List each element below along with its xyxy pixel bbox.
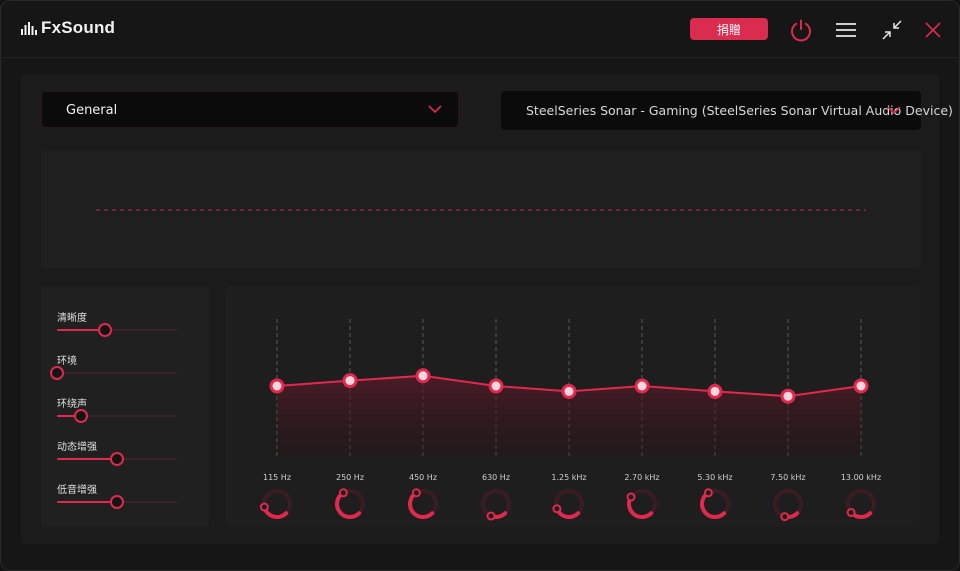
donate-button[interactable]: 捐贈 bbox=[690, 18, 768, 40]
effect-label: 清晰度 bbox=[57, 313, 87, 324]
eq-band-handle[interactable] bbox=[853, 378, 869, 394]
eq-band-label: 250 Hz bbox=[336, 473, 364, 482]
eq-band-knob[interactable] bbox=[259, 489, 292, 519]
eq-band-knob[interactable] bbox=[408, 488, 438, 519]
close-button[interactable] bbox=[920, 17, 946, 43]
slider-fill bbox=[57, 458, 117, 460]
close-icon bbox=[925, 22, 941, 38]
app-window: FxSound 捐贈 General SteelSeries Sonar - G… bbox=[0, 0, 960, 571]
eq-band-handle[interactable] bbox=[342, 373, 358, 389]
chevron-down-icon bbox=[887, 106, 901, 115]
eq-band-knob[interactable] bbox=[481, 489, 511, 521]
slider-thumb[interactable] bbox=[110, 452, 124, 466]
app-name: FxSound bbox=[41, 18, 116, 37]
spectrum-visualizer bbox=[41, 150, 921, 268]
eq-band-knob[interactable] bbox=[626, 489, 657, 519]
effect-bass-boost: 低音增强 bbox=[57, 481, 177, 517]
equalizer-panel: 115 Hz 250 Hz 450 Hz 630 Hz 1.25 kHz 2.70 kHz… bbox=[225, 286, 921, 527]
effect-slider[interactable] bbox=[57, 495, 177, 509]
fxsound-logo-icon bbox=[21, 22, 37, 35]
effect-slider[interactable] bbox=[57, 452, 177, 466]
eq-band-label: 5.30 kHz bbox=[697, 473, 732, 482]
slider-thumb[interactable] bbox=[74, 409, 88, 423]
effect-label: 环绕声 bbox=[57, 399, 87, 410]
eq-band-label: 1.25 kHz bbox=[551, 473, 586, 482]
eq-band-handle[interactable] bbox=[780, 388, 796, 404]
effect-clarity: 清晰度 bbox=[57, 309, 177, 345]
effect-label: 动态增强 bbox=[57, 442, 97, 453]
eq-band-handle[interactable] bbox=[488, 378, 504, 394]
preset-selected-value: General bbox=[66, 103, 118, 118]
eq-band-knob[interactable] bbox=[846, 489, 876, 519]
eq-band-label: 115 Hz bbox=[263, 473, 291, 482]
effect-dynamic-boost: 动态增强 bbox=[57, 438, 177, 474]
effect-slider[interactable] bbox=[50, 366, 177, 380]
app-logo: FxSound bbox=[21, 18, 115, 38]
eq-band-knob[interactable] bbox=[552, 489, 584, 519]
effect-slider[interactable] bbox=[57, 323, 177, 337]
output-device-dropdown[interactable]: SteelSeries Sonar - Gaming (SteelSeries … bbox=[501, 91, 953, 130]
chevron-down-icon bbox=[428, 105, 442, 114]
title-bar: FxSound 捐贈 bbox=[1, 1, 959, 58]
power-button[interactable] bbox=[788, 17, 814, 43]
power-icon bbox=[791, 19, 811, 42]
effect-label: 环境 bbox=[57, 356, 77, 367]
visualizer-baseline bbox=[96, 209, 866, 211]
slider-fill bbox=[57, 501, 117, 503]
eq-band-label: 7.50 kHz bbox=[770, 473, 805, 482]
eq-band-handle[interactable] bbox=[707, 383, 723, 399]
menu-button[interactable] bbox=[833, 17, 859, 43]
effect-ambience: 环境 bbox=[50, 352, 177, 388]
equalizer-graph: 115 Hz 250 Hz 450 Hz 630 Hz 1.25 kHz 2.70 kHz… bbox=[259, 319, 881, 522]
eq-band-label: 630 Hz bbox=[482, 473, 510, 482]
effect-label: 低音增强 bbox=[57, 485, 97, 496]
eq-band-handle[interactable] bbox=[415, 368, 431, 384]
eq-band-knob[interactable] bbox=[335, 488, 365, 519]
slider-thumb[interactable] bbox=[110, 495, 124, 509]
minimize-icon bbox=[882, 20, 902, 40]
minimize-button[interactable] bbox=[879, 17, 905, 43]
slider-thumb[interactable] bbox=[98, 323, 112, 337]
eq-band-handle[interactable] bbox=[561, 383, 577, 399]
effects-panel: 清晰度 环境 环绕声 动态增强 低音增强 bbox=[41, 286, 209, 527]
menu-icon bbox=[836, 23, 856, 37]
effect-surround: 环绕声 bbox=[57, 395, 177, 431]
preset-dropdown[interactable]: General bbox=[41, 91, 459, 128]
effect-slider[interactable] bbox=[57, 409, 177, 423]
eq-band-label: 13.00 kHz bbox=[841, 473, 881, 482]
eq-band-knob[interactable] bbox=[700, 488, 730, 519]
eq-band-handle[interactable] bbox=[634, 378, 650, 394]
slider-thumb[interactable] bbox=[50, 366, 64, 380]
eq-band-handle[interactable] bbox=[269, 378, 285, 394]
eq-band-label: 2.70 kHz bbox=[624, 473, 659, 482]
eq-band-knob[interactable] bbox=[773, 489, 803, 522]
eq-band-label: 450 Hz bbox=[409, 473, 437, 482]
